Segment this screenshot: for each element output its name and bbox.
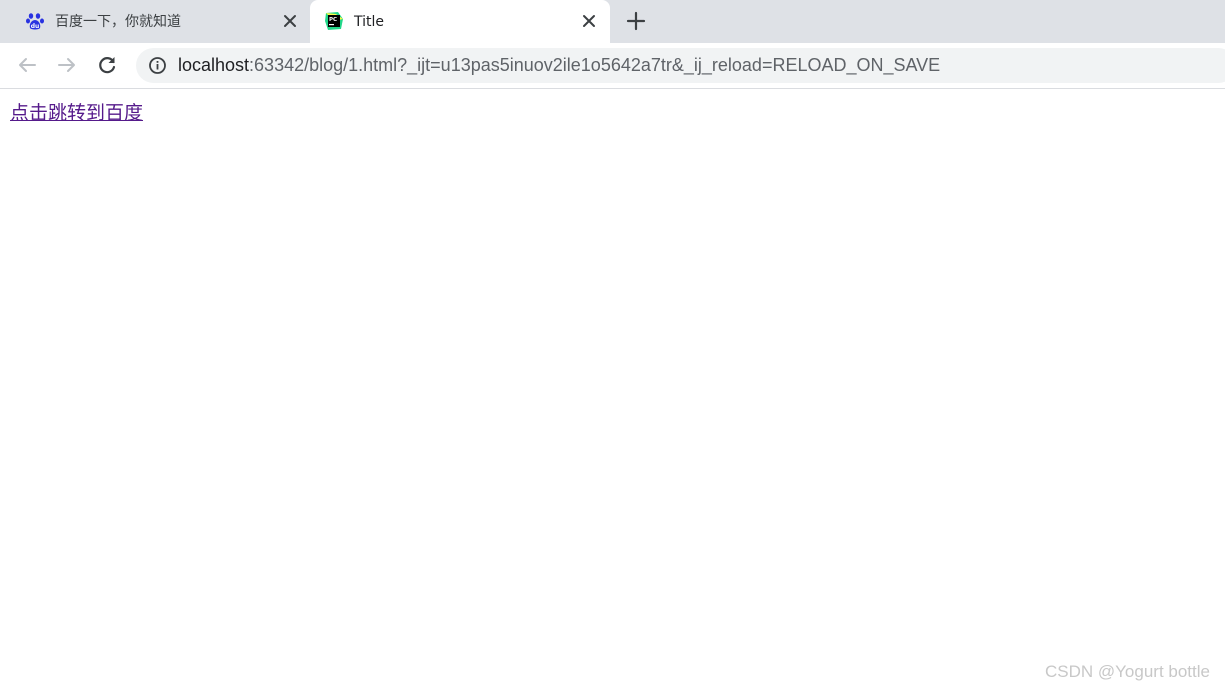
tab-title: Title (354, 14, 385, 30)
tab-title-active[interactable]: PC Title (310, 0, 610, 43)
close-icon[interactable] (282, 13, 298, 29)
info-icon[interactable] (148, 56, 167, 75)
tab-title: 百度一下，你就知道 (55, 14, 181, 30)
reload-icon[interactable] (95, 53, 119, 77)
baidu-paw-icon: du (26, 13, 44, 30)
watermark: CSDN @Yogurt bottle (1045, 662, 1210, 681)
tab-baidu[interactable]: du 百度一下，你就知道 (0, 0, 308, 43)
page-content: 点击跳转到百度 CSDN @Yogurt bottle (0, 89, 1225, 690)
url-rest: :63342/blog/1.html?_ijt=u13pas5inuov2ile… (249, 55, 941, 75)
svg-text:du: du (31, 23, 40, 30)
url-text[interactable]: localhost:63342/blog/1.html?_ijt=u13pas5… (178, 54, 940, 76)
new-tab-plus-icon[interactable] (626, 11, 646, 31)
arrow-left-icon[interactable] (15, 53, 39, 77)
jump-to-baidu-link[interactable]: 点击跳转到百度 (10, 101, 143, 125)
svg-text:PC: PC (329, 17, 337, 23)
tab-strip: du 百度一下，你就知道 PC Title (0, 0, 1225, 43)
browser-toolbar: localhost:63342/blog/1.html?_ijt=u13pas5… (0, 43, 1225, 89)
close-icon[interactable] (581, 13, 597, 29)
address-bar[interactable]: localhost:63342/blog/1.html?_ijt=u13pas5… (136, 48, 1225, 83)
arrow-right-icon[interactable] (55, 53, 79, 77)
url-host: localhost (178, 55, 250, 75)
browser-window: du 百度一下，你就知道 PC Title localhost:63342/bl… (0, 0, 1225, 690)
pycharm-icon: PC (325, 12, 343, 30)
